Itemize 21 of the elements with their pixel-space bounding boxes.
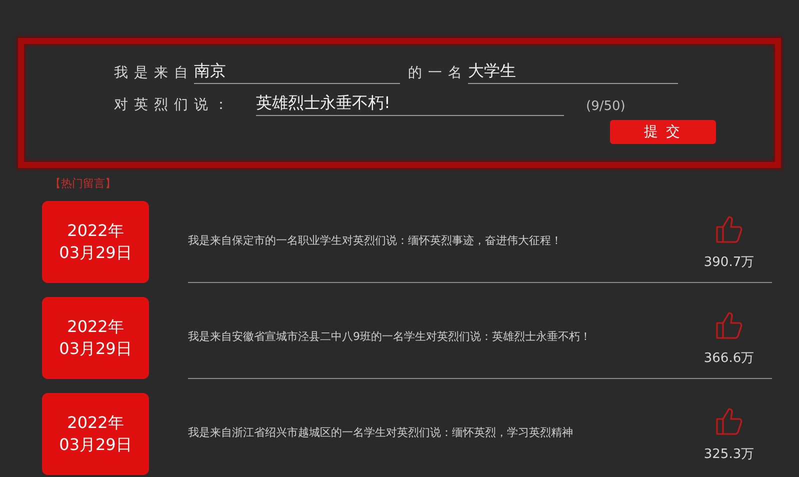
comment-text: 我是来自浙江省绍兴市越城区的一名学生对英烈们说：缅怀英烈，学习英烈精神: [188, 425, 574, 440]
date-year: 2022年: [67, 412, 124, 434]
submit-button[interactable]: 提 交: [610, 120, 716, 144]
like-count: 366.6万: [704, 350, 754, 366]
date-day: 03月29日: [59, 242, 132, 264]
character-counter: (9/50): [586, 99, 626, 114]
date-year: 2022年: [67, 220, 124, 242]
date-day: 03月29日: [59, 338, 132, 360]
role-label: 的一名: [408, 64, 468, 83]
section-title: 【热门留言】: [50, 176, 117, 191]
comment-text: 我是来自保定市的一名职业学生对英烈们说：缅怀英烈事迹，奋进伟大征程！: [188, 233, 563, 248]
like-count: 390.7万: [704, 254, 754, 270]
like-count: 325.3万: [704, 446, 754, 462]
date-day: 03月29日: [59, 434, 132, 456]
city-field[interactable]: 南京: [194, 62, 400, 84]
role-field[interactable]: 大学生: [468, 62, 678, 84]
message-field[interactable]: 英雄烈士永垂不朽!: [256, 94, 564, 116]
message-label: 对英烈们说：: [114, 96, 234, 115]
from-label: 我是来自: [114, 64, 194, 83]
comment-text: 我是来自安徽省宣城市泾县二中八9班的一名学生对英烈们说：英雄烈士永垂不朽！: [188, 329, 592, 344]
date-year: 2022年: [67, 316, 124, 338]
